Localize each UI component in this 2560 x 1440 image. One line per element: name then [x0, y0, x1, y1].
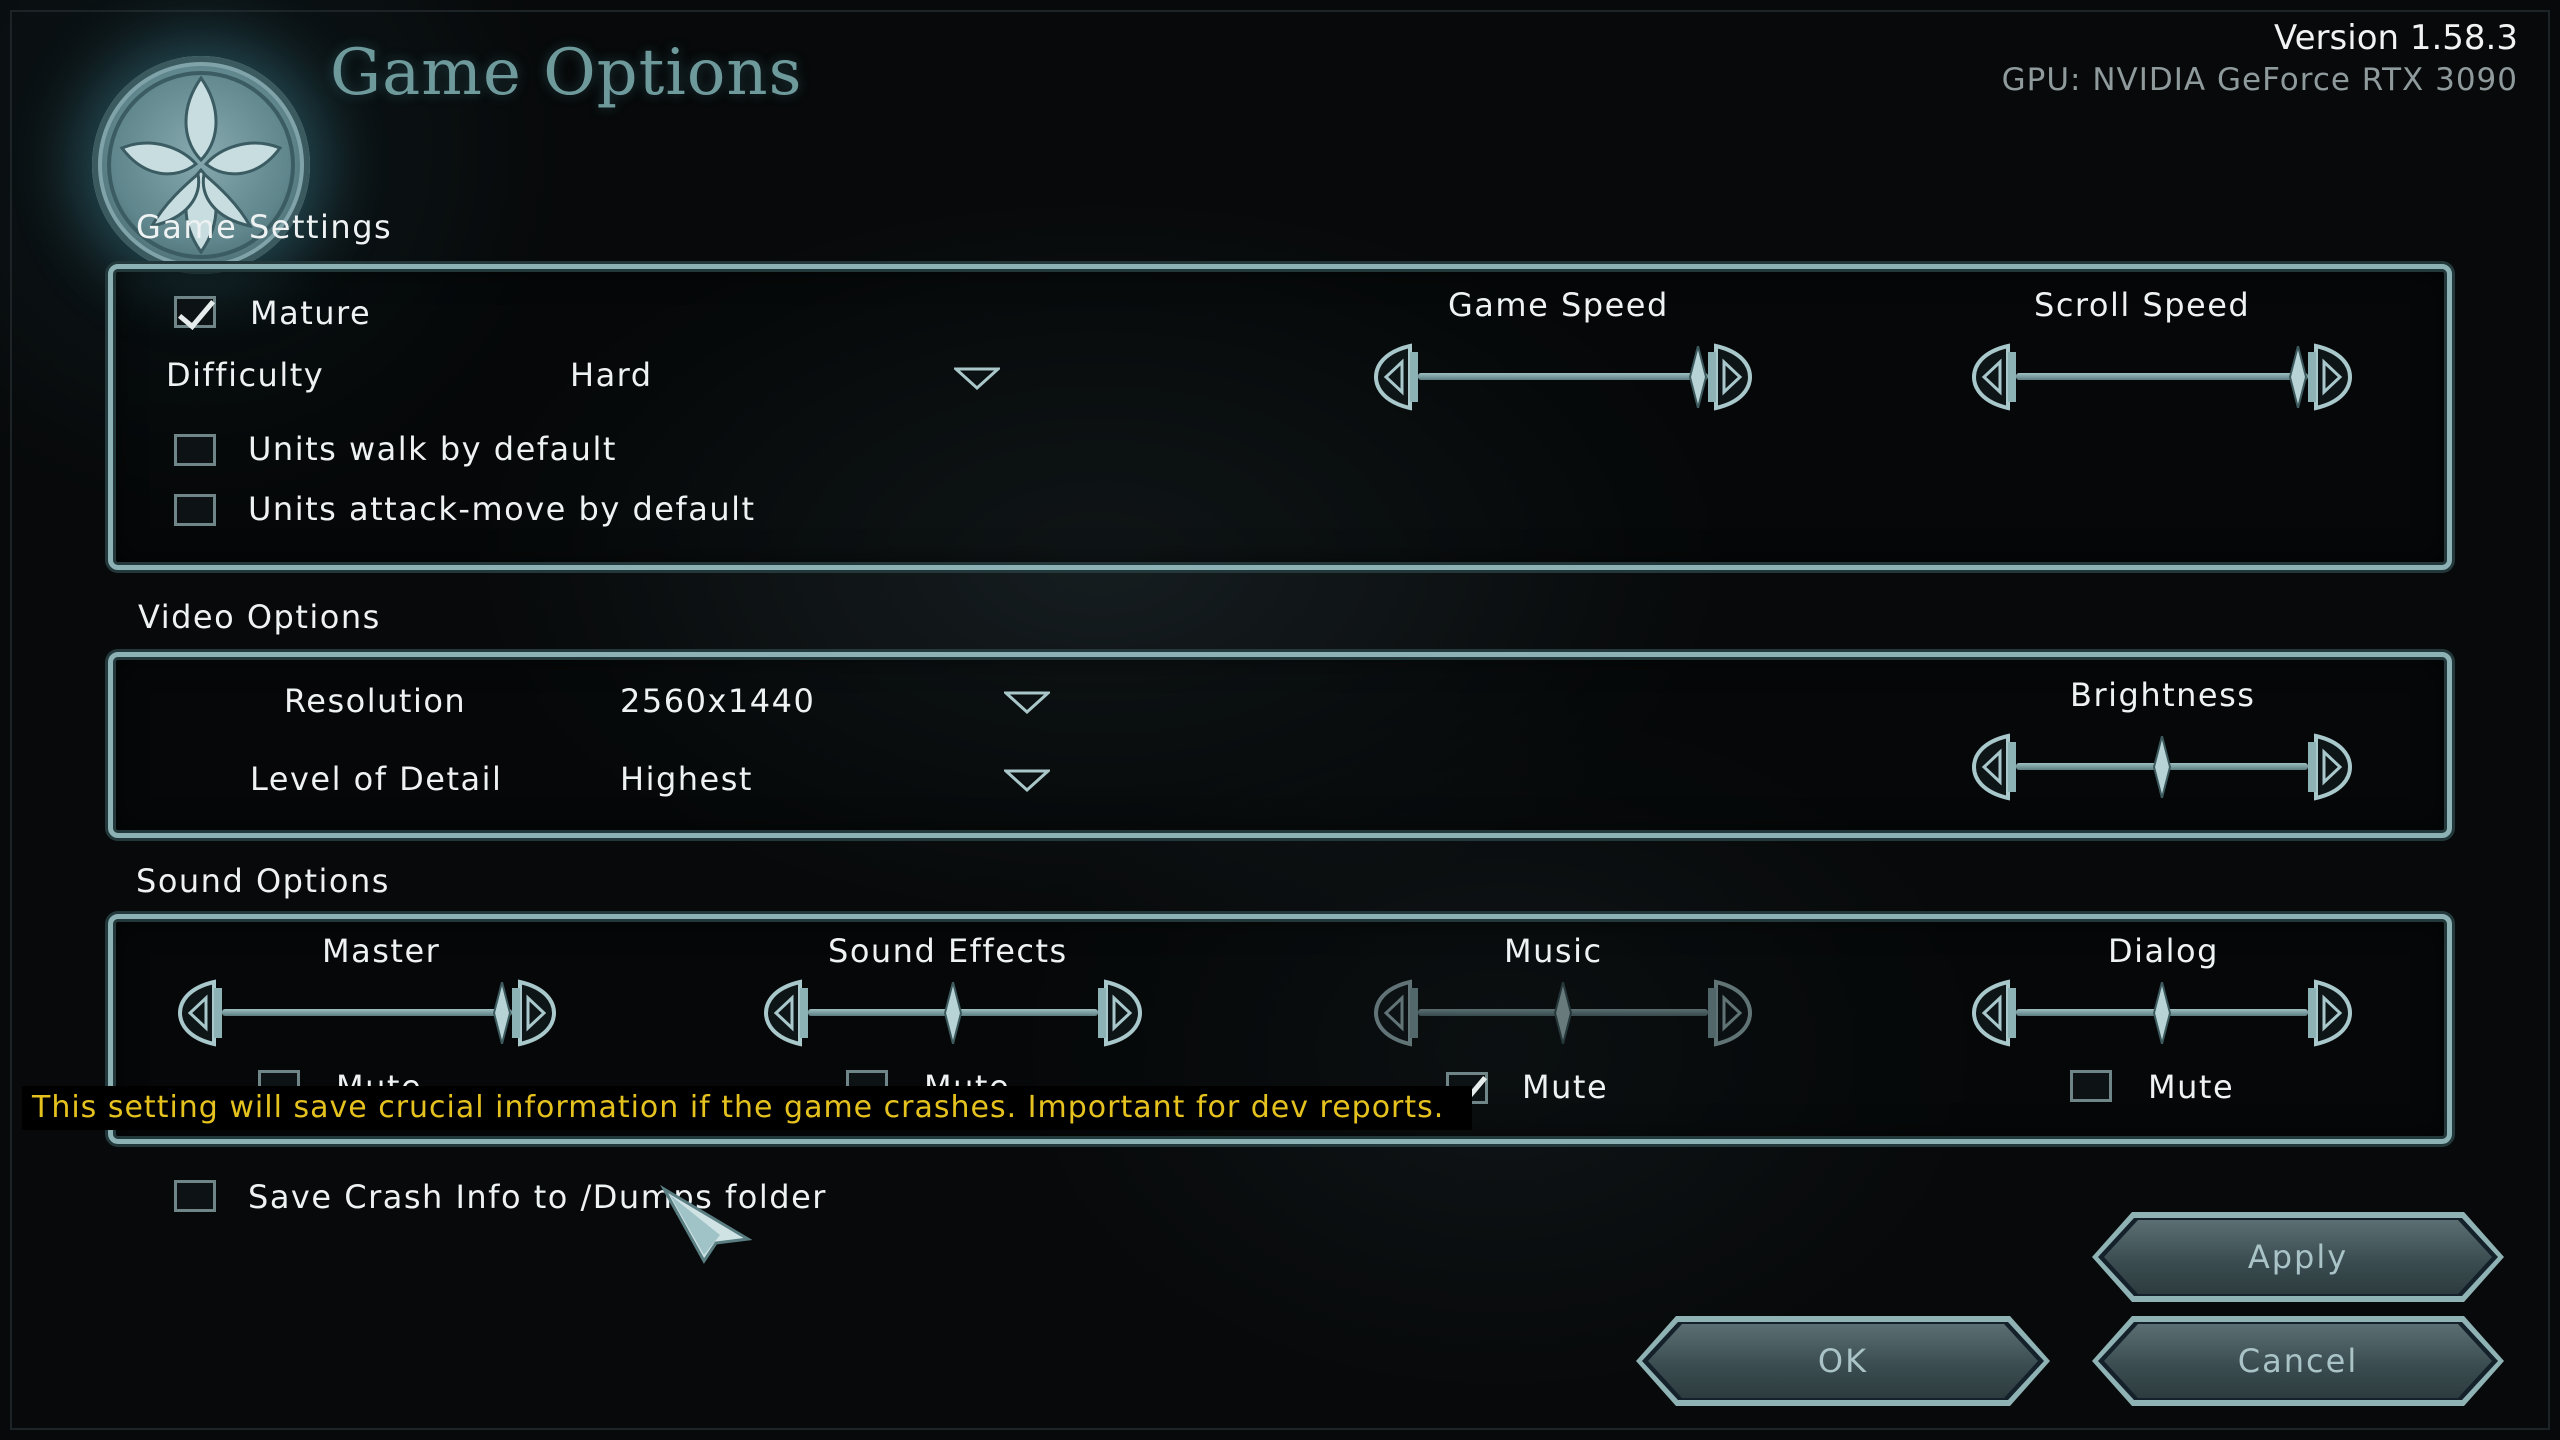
version-label: Version 1.58.3: [2274, 18, 2518, 58]
chevron-down-icon[interactable]: [954, 366, 1000, 390]
slider-decrease-icon[interactable]: [1968, 732, 2024, 802]
resolution-value: 2560x1440: [620, 682, 816, 720]
units-attack-move-checkbox[interactable]: [174, 494, 216, 526]
resolution-label: Resolution: [284, 682, 467, 720]
slider-thumb[interactable]: [944, 982, 962, 1044]
mature-checkbox[interactable]: [174, 296, 216, 328]
slider-track[interactable]: [1418, 373, 1708, 380]
units-walk-label: Units walk by default: [248, 430, 617, 468]
sound-effects-label: Sound Effects: [828, 932, 1068, 970]
level-of-detail-label: Level of Detail: [250, 760, 503, 798]
slider-increase-icon[interactable]: [504, 978, 560, 1048]
music-slider[interactable]: [1370, 978, 1756, 1048]
slider-thumb[interactable]: [2153, 736, 2171, 798]
slider-thumb[interactable]: [493, 982, 511, 1044]
brightness-slider[interactable]: [1968, 732, 2356, 802]
video-options-heading: Video Options: [138, 598, 381, 636]
sound-effects-slider[interactable]: [760, 978, 1146, 1048]
game-speed-slider[interactable]: [1370, 342, 1756, 412]
slider-increase-icon[interactable]: [1090, 978, 1146, 1048]
scroll-speed-label: Scroll Speed: [2034, 286, 2251, 324]
dialog-mute-checkbox[interactable]: [2070, 1070, 2112, 1102]
slider-decrease-icon[interactable]: [1370, 978, 1426, 1048]
slider-increase-icon[interactable]: [2300, 342, 2356, 412]
level-of-detail-dropdown[interactable]: Highest: [620, 760, 1060, 800]
game-speed-label: Game Speed: [1448, 286, 1669, 324]
difficulty-label: Difficulty: [166, 356, 325, 394]
crash-info-tooltip: This setting will save crucial informati…: [22, 1086, 1472, 1130]
slider-track[interactable]: [222, 1009, 512, 1016]
page-title: Game Options: [330, 36, 803, 110]
mature-label: Mature: [250, 294, 372, 332]
slider-decrease-icon[interactable]: [760, 978, 816, 1048]
cancel-button[interactable]: Cancel: [2104, 1324, 2492, 1398]
apply-button[interactable]: Apply: [2104, 1220, 2492, 1294]
resolution-dropdown[interactable]: 2560x1440: [620, 682, 1060, 722]
slider-increase-icon[interactable]: [1700, 342, 1756, 412]
level-of-detail-value: Highest: [620, 760, 753, 798]
units-walk-checkbox[interactable]: [174, 434, 216, 466]
save-crash-info-checkbox[interactable]: [174, 1180, 216, 1212]
slider-thumb[interactable]: [1554, 982, 1572, 1044]
slider-track[interactable]: [2016, 373, 2308, 380]
units-attack-move-label: Units attack-move by default: [248, 490, 756, 528]
slider-thumb[interactable]: [1689, 346, 1707, 408]
slider-increase-icon[interactable]: [2300, 732, 2356, 802]
slider-decrease-icon[interactable]: [174, 978, 230, 1048]
master-volume-slider[interactable]: [174, 978, 560, 1048]
slider-decrease-icon[interactable]: [1968, 342, 2024, 412]
difficulty-dropdown[interactable]: Hard: [570, 356, 1020, 396]
master-label: Master: [322, 932, 441, 970]
slider-thumb[interactable]: [2153, 982, 2171, 1044]
music-label: Music: [1504, 932, 1603, 970]
slider-increase-icon[interactable]: [1700, 978, 1756, 1048]
slider-decrease-icon[interactable]: [1968, 978, 2024, 1048]
brightness-label: Brightness: [2070, 676, 2256, 714]
slider-thumb[interactable]: [2289, 346, 2307, 408]
dialog-slider[interactable]: [1968, 978, 2356, 1048]
gpu-label: GPU: NVIDIA GeForce RTX 3090: [2001, 62, 2518, 98]
dialog-mute-label: Mute: [2148, 1068, 2235, 1106]
scroll-speed-slider[interactable]: [1968, 342, 2356, 412]
music-mute-label: Mute: [1522, 1068, 1609, 1106]
dialog-label: Dialog: [2108, 932, 2219, 970]
chevron-down-icon[interactable]: [1004, 690, 1050, 714]
sound-options-heading: Sound Options: [136, 862, 390, 900]
slider-increase-icon[interactable]: [2300, 978, 2356, 1048]
game-settings-heading: Game Settings: [136, 208, 393, 246]
chevron-down-icon[interactable]: [1004, 768, 1050, 792]
difficulty-value: Hard: [570, 356, 653, 394]
mouse-cursor-icon: [660, 1185, 753, 1264]
ok-button[interactable]: OK: [1648, 1324, 2038, 1398]
slider-decrease-icon[interactable]: [1370, 342, 1426, 412]
